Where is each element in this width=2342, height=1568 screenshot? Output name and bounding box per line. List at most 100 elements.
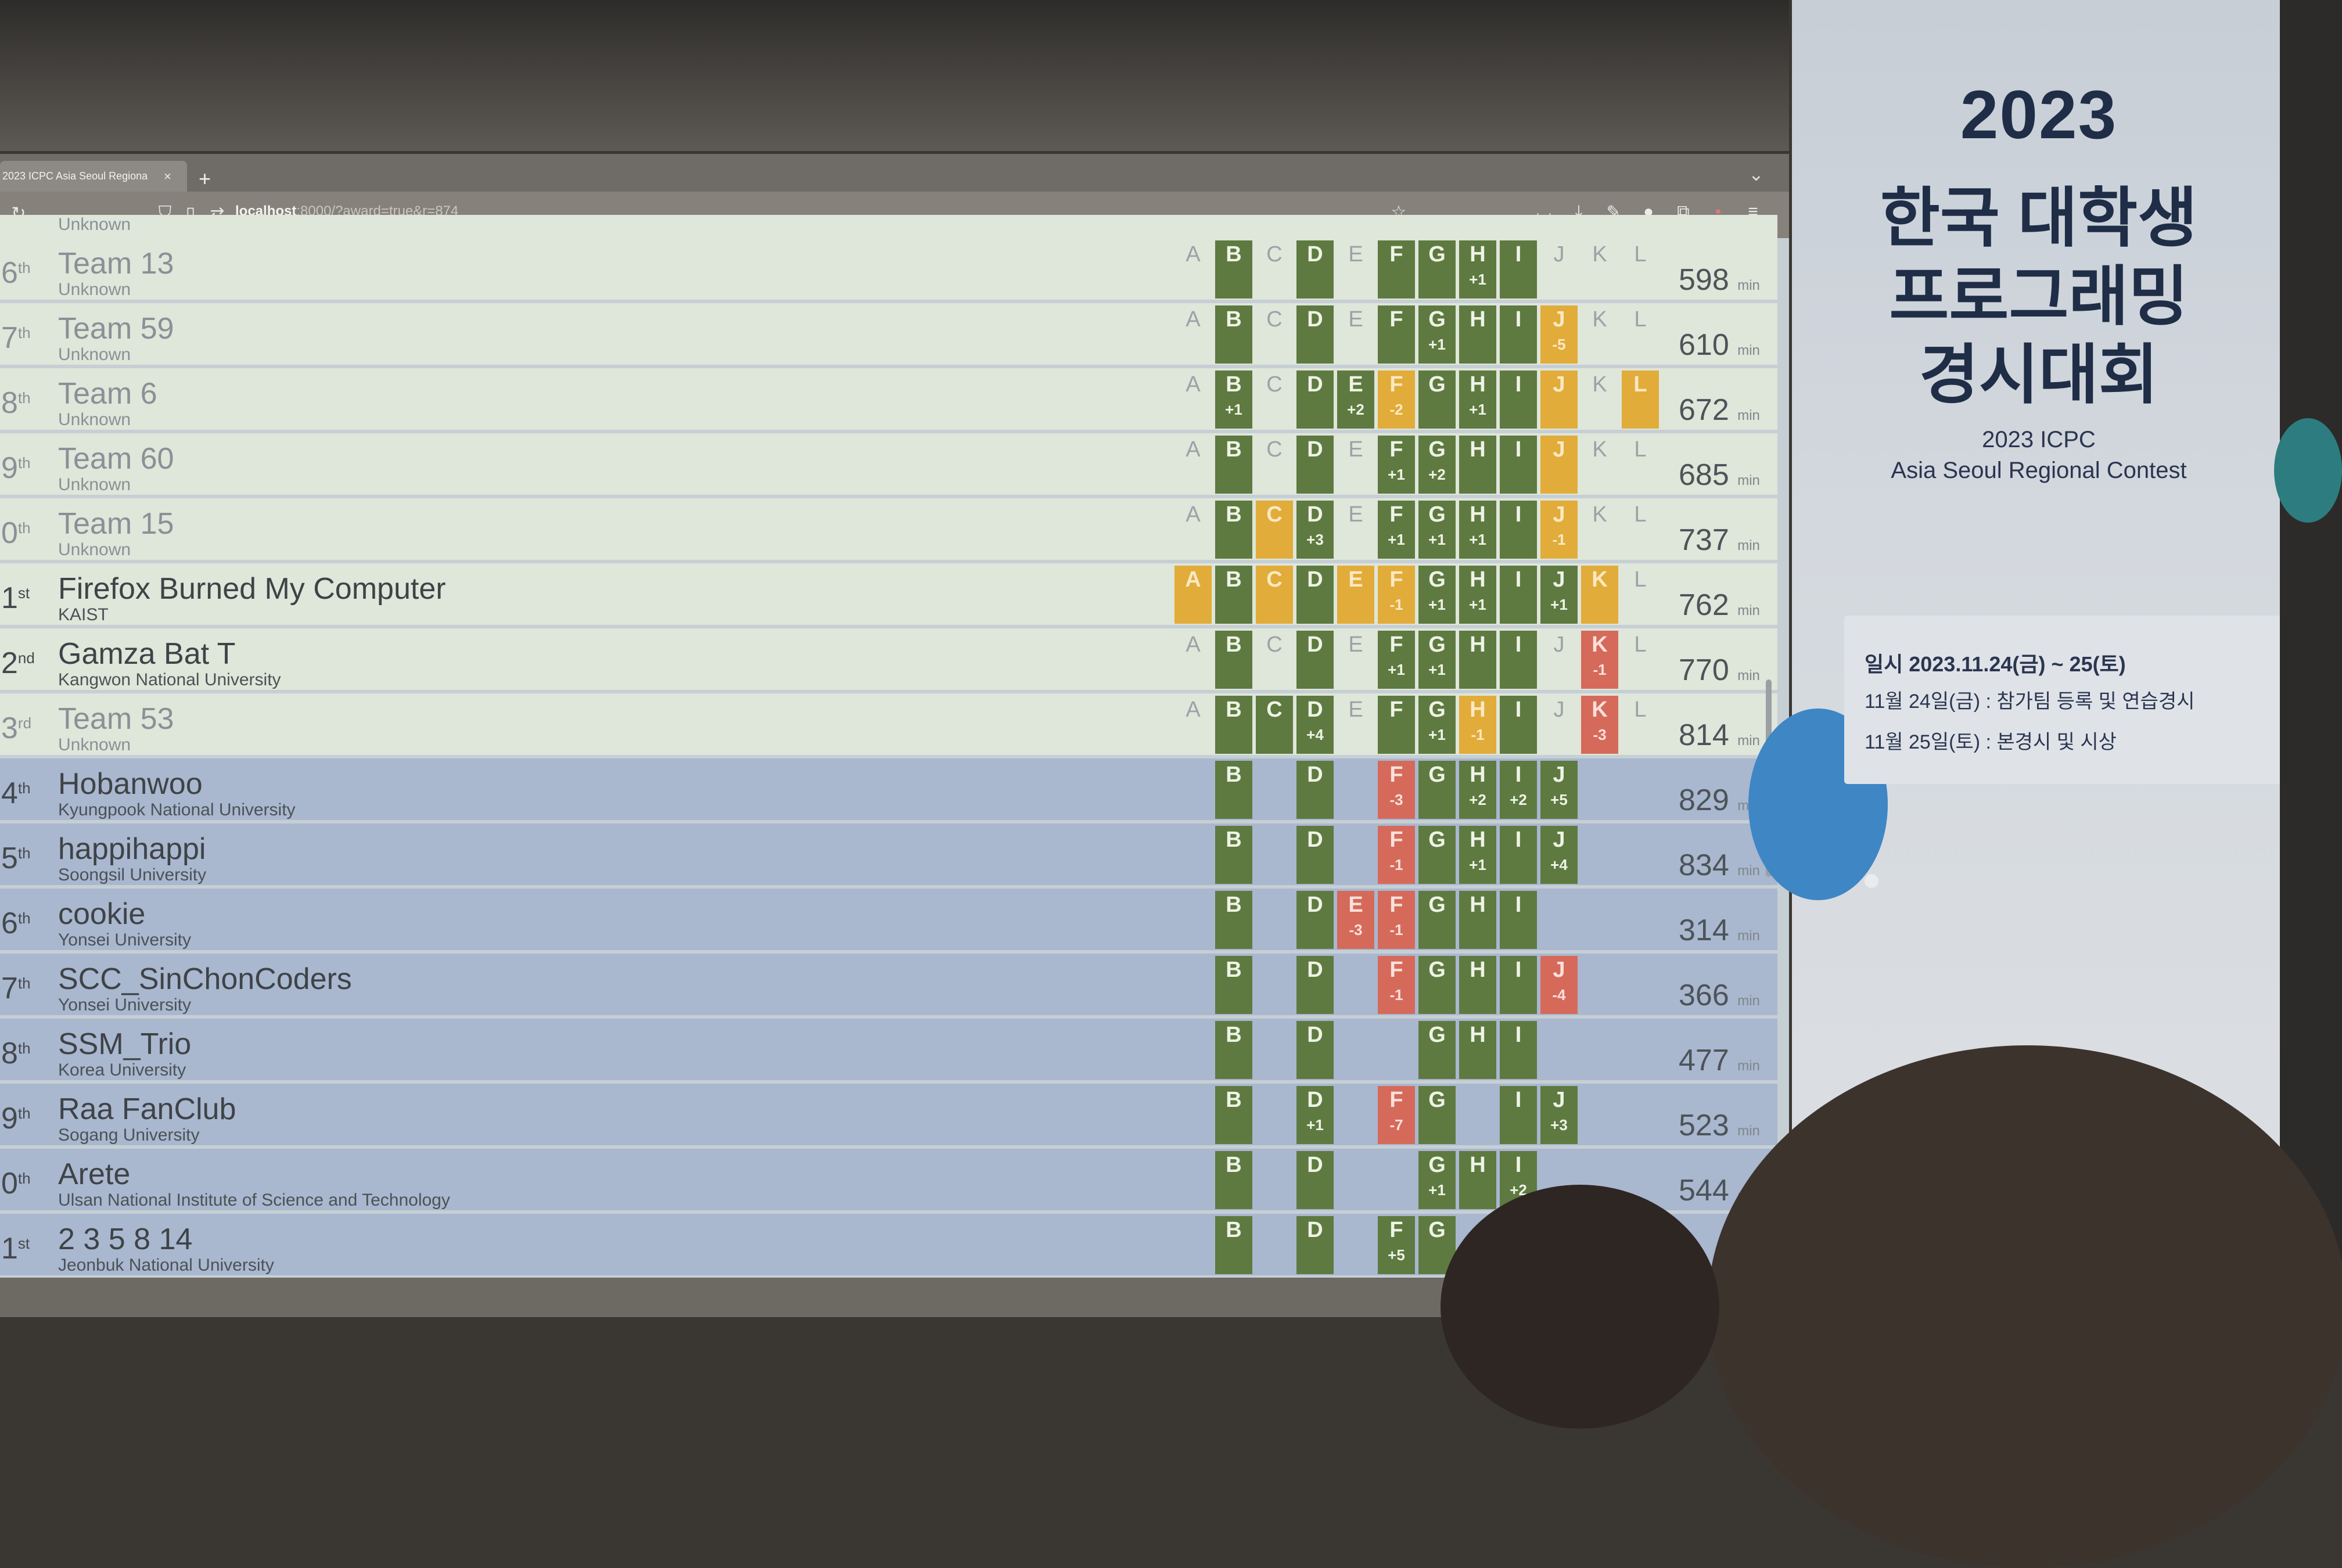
team-rank: 5th — [1, 841, 31, 875]
problem-letter: I — [1515, 828, 1522, 852]
problem-letter: B — [1226, 828, 1242, 852]
problem-cell: K — [1581, 1086, 1618, 1144]
problem-cell: E — [1337, 1151, 1374, 1209]
problem-cell: B — [1215, 891, 1252, 949]
problem-cell: A — [1174, 436, 1212, 494]
team-university: Korea University — [58, 1060, 186, 1080]
problem-cell: H +1 — [1459, 501, 1496, 559]
problem-letter: K — [1581, 891, 1618, 919]
table-row[interactable]: 6th Team 13 Unknown A B C D E F G H +1 I J K L 598 min — [0, 238, 1777, 300]
problem-letter: G — [1428, 893, 1446, 917]
problem-cell: B — [1215, 1021, 1252, 1079]
problem-letter: H — [1470, 958, 1486, 982]
table-row[interactable]: 7th SCC_SinChonCodersYonsei University ABC… — [0, 954, 1777, 1015]
problem-letter: H — [1470, 307, 1486, 332]
problem-letter: I — [1515, 1023, 1522, 1047]
problem-letter: C — [1266, 632, 1283, 657]
problem-cell: C — [1256, 305, 1293, 364]
table-row[interactable]: 6th cookieYonsei University ABCD E -3 F -1 GH IJ… — [0, 889, 1777, 950]
problem-tries: +1 — [1469, 531, 1486, 548]
table-row[interactable]: 9th Team 60 Unknown A B C D E F +1 G +2 H I J K L 685 min — [0, 433, 1777, 495]
problem-cell: K — [1581, 436, 1618, 494]
problem-letter: E — [1337, 1021, 1374, 1049]
problem-cell: J — [1540, 891, 1578, 949]
problem-letter: J — [1540, 1021, 1578, 1049]
table-row[interactable]: 3rd Team 53 Unknown A B C D +4 E F G +1 H -1 I J K -3 L 814… — [0, 693, 1777, 755]
problem-letter: C — [1256, 1151, 1293, 1179]
new-tab-icon[interactable]: + — [199, 167, 211, 191]
problem-cell: K — [1581, 956, 1618, 1014]
problem-letter: A — [1186, 502, 1201, 527]
team-name: cookie — [58, 897, 146, 931]
problem-letter: E — [1348, 372, 1363, 397]
team-penalty: 829 min — [1679, 783, 1760, 817]
problem-letter: I — [1515, 502, 1522, 527]
team-rank: 6th — [1, 907, 31, 940]
problem-cell: I — [1500, 305, 1537, 364]
problem-cell: L — [1622, 305, 1659, 364]
table-row[interactable]: 8th SSM_TrioKorea University ABCDEFGH IJKL4… — [0, 1019, 1777, 1080]
problem-cell: D — [1296, 1151, 1334, 1209]
problem-cell: B — [1215, 1086, 1252, 1144]
problem-letter: I — [1515, 242, 1522, 267]
problem-cell: H — [1459, 1086, 1496, 1144]
problem-cell: E +2 — [1337, 371, 1374, 429]
problem-cell: G +2 — [1418, 436, 1456, 494]
problem-letter: F — [1389, 763, 1403, 787]
problem-letter: E — [1337, 956, 1374, 984]
problem-letter: C — [1266, 567, 1283, 592]
problem-cell: I — [1500, 696, 1537, 754]
problem-cell: K -1 — [1581, 631, 1618, 689]
table-row[interactable]: 5th happihappiSoongsil University ABCDEF -1… — [0, 823, 1777, 885]
problem-letter: L — [1622, 891, 1659, 919]
problem-cell: E — [1337, 305, 1374, 364]
problem-cell: A — [1174, 566, 1212, 624]
team-rank: 3rd — [1, 711, 32, 745]
table-row[interactable]: 0th Team 15 Unknown A B C D +3 E F +1 G +1 H +1 I J -1 K L 7… — [0, 498, 1777, 560]
problem-letter: E — [1348, 437, 1363, 462]
problem-cell: B — [1215, 240, 1252, 299]
problem-cell: L — [1622, 761, 1659, 819]
table-row[interactable]: 7th Team 59 Unknown A B C D E F G +1 H I J -5 K L 610 min — [0, 303, 1777, 365]
tab-close-icon[interactable]: × — [164, 161, 171, 192]
problem-letter: H — [1470, 567, 1486, 592]
problem-cell: L — [1622, 891, 1659, 949]
team-rank: 7th — [1, 972, 31, 1005]
problem-letter: D — [1307, 307, 1323, 332]
team-rank: 9th — [1, 1102, 31, 1135]
browser-tab-bar: 2023 ICPC Asia Seoul Regiona × + ⌄ — [0, 154, 1789, 192]
table-row[interactable]: 4th Hobanwoo Kyungpook National University… — [0, 758, 1777, 820]
problem-cell: H +1 — [1459, 371, 1496, 429]
team-name: Firefox Burned My Computer — [58, 572, 446, 606]
problem-cell: G — [1418, 956, 1456, 1014]
table-row[interactable]: 1st Firefox Burned My Computer KAIST A B C D E F… — [0, 563, 1777, 625]
tab-list-chevron-icon[interactable]: ⌄ — [1748, 163, 1764, 185]
problem-tries: -7 — [1389, 1116, 1403, 1134]
problem-letter: E — [1337, 1086, 1374, 1114]
browser-tab[interactable]: 2023 ICPC Asia Seoul Regiona — [0, 161, 187, 192]
problem-letter: G — [1428, 372, 1446, 397]
problem-letter: D — [1307, 1023, 1323, 1047]
problem-letter: L — [1634, 437, 1647, 462]
table-row[interactable]: 9th Raa FanClubSogang University ABCD +1 EF -… — [0, 1084, 1777, 1145]
team-penalty: 523 min — [1679, 1109, 1760, 1142]
decorative-dot — [1865, 874, 1878, 888]
table-row[interactable]: 8th Team 6 Unknown A B +1 C D E +2 F -2 G H +1 I J K L 672 … — [0, 368, 1777, 430]
problem-letter: B — [1226, 567, 1242, 592]
problem-cell: I — [1500, 371, 1537, 429]
audience-head — [1708, 1045, 2342, 1568]
problem-letter: J — [1553, 763, 1565, 787]
problem-letter: K — [1581, 1086, 1618, 1114]
problem-cell: G +1 — [1418, 566, 1456, 624]
problem-cell: G +1 — [1418, 501, 1456, 559]
problem-cell: H +1 — [1459, 826, 1496, 884]
problem-cell: J +4 — [1540, 826, 1578, 884]
problem-letter: G — [1428, 828, 1446, 852]
team-penalty: 834 min — [1679, 848, 1760, 882]
balloon — [2274, 418, 2342, 523]
table-row[interactable]: 2nd Gamza Bat T Kangwon National Universit… — [0, 628, 1777, 690]
problem-cell: E — [1337, 240, 1374, 299]
problem-cell: B — [1215, 501, 1252, 559]
problem-cell: K — [1581, 501, 1618, 559]
problem-cell: C — [1256, 1021, 1293, 1079]
